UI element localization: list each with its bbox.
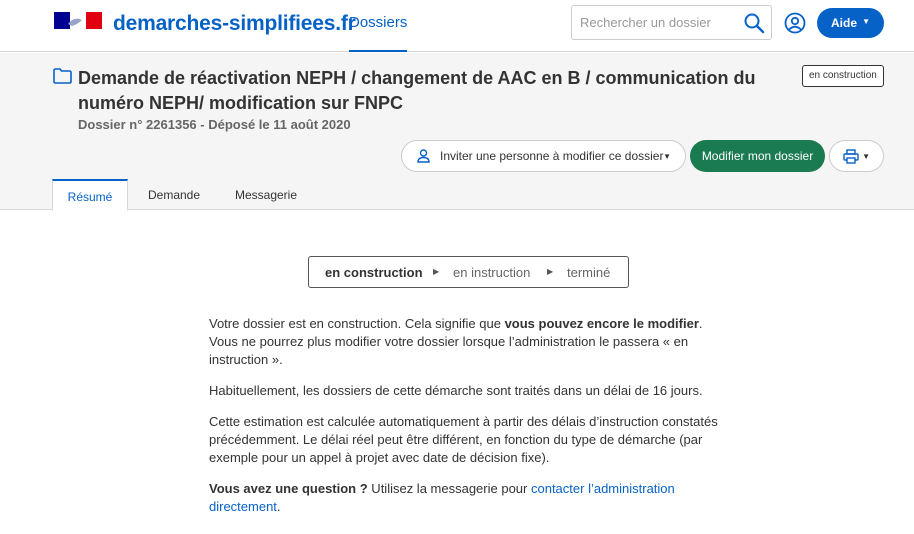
printer-icon xyxy=(843,149,859,164)
folder-icon xyxy=(53,68,72,84)
chevron-down-icon: ▼ xyxy=(862,17,870,26)
dossier-title: Demande de réactivation NEPH / changemen… xyxy=(78,68,756,113)
search-input[interactable] xyxy=(572,6,737,39)
status-explanation: Votre dossier est en construction. Cela … xyxy=(209,315,719,529)
status-progress: en construction ▶ en instruction ▶ termi… xyxy=(308,256,629,288)
aide-label: Aide xyxy=(831,16,858,30)
step-en-instruction: en instruction xyxy=(453,265,531,280)
text-bold: Vous avez une question ? xyxy=(209,481,368,496)
text-span: Utilisez la messagerie pour xyxy=(367,481,531,496)
marianne-logo-icon[interactable] xyxy=(54,12,102,29)
print-button[interactable]: ▼ xyxy=(829,140,884,172)
paragraph-estimation: Cette estimation est calculée automatiqu… xyxy=(209,414,718,465)
dossier-subtitle: Dossier n° 2261356 - Déposé le 11 août 2… xyxy=(78,117,351,132)
chevron-down-icon: ▼ xyxy=(663,152,671,161)
search-box xyxy=(571,5,772,40)
paragraph-construction: Votre dossier est en construction. Cela … xyxy=(209,315,719,369)
modify-dossier-button[interactable]: Modifier mon dossier xyxy=(690,140,825,172)
text-span: . xyxy=(276,499,281,514)
step-en-construction: en construction xyxy=(325,265,423,280)
paragraph-question: Vous avez une question ? Utilisez la mes… xyxy=(209,480,719,516)
step-termine: terminé xyxy=(567,265,611,280)
nav-dossiers-link[interactable]: Dossiers xyxy=(349,0,407,52)
search-icon[interactable] xyxy=(743,12,765,34)
tab-messagerie[interactable]: Messagerie xyxy=(228,179,304,210)
text-span: Votre dossier est en construction. Cela … xyxy=(209,316,505,331)
aide-button[interactable]: Aide ▼ xyxy=(817,8,884,38)
invite-label: Inviter une personne à modifier ce dossi… xyxy=(440,149,664,163)
tab-resume[interactable]: Résumé xyxy=(52,179,128,211)
status-badge: en construction xyxy=(802,65,884,87)
arrow-right-icon: ▶ xyxy=(433,267,440,276)
arrow-right-icon: ▶ xyxy=(547,267,554,276)
user-account-icon[interactable] xyxy=(784,12,806,34)
invite-person-button[interactable]: Inviter une personne à modifier ce dossi… xyxy=(401,140,686,172)
dossier-header: Demande de réactivation NEPH / changemen… xyxy=(0,53,914,211)
site-brand-link[interactable]: demarches-simplifiees.fr xyxy=(113,12,356,36)
tab-demande[interactable]: Demande xyxy=(140,179,208,210)
top-header: demarches-simplifiees.fr Dossiers Aide ▼ xyxy=(0,0,914,52)
paragraph-delay: Habituellement, les dossiers de cette dé… xyxy=(209,383,703,398)
text-bold: vous pouvez encore le modifier xyxy=(504,316,699,331)
person-icon xyxy=(417,149,430,163)
chevron-down-icon: ▼ xyxy=(862,152,870,161)
